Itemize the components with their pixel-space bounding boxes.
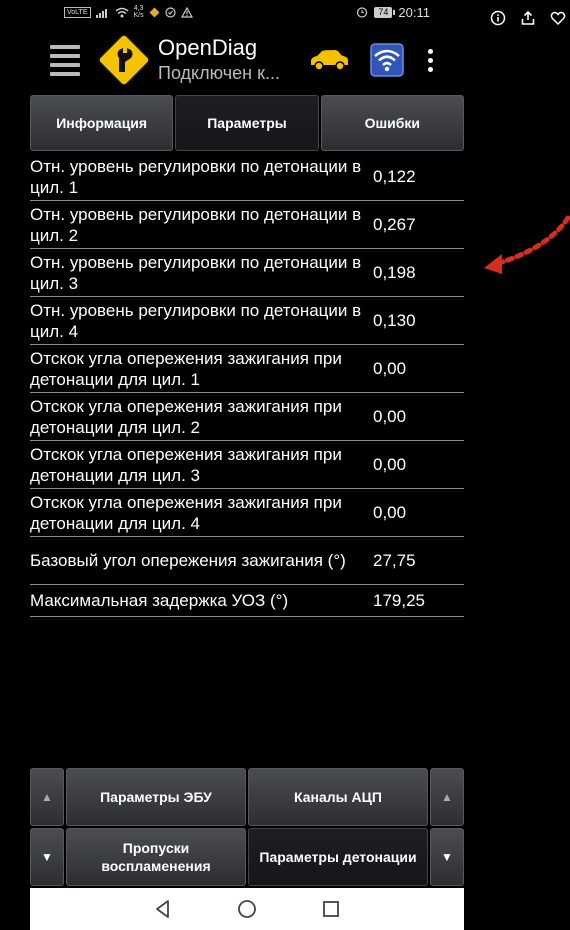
volte-indicator: VoLTE bbox=[64, 6, 91, 18]
scroll-up-left-button[interactable]: ▲ bbox=[30, 768, 64, 826]
signal-icon bbox=[95, 8, 107, 18]
car-icon[interactable] bbox=[308, 47, 350, 73]
arrow-down-icon: ▼ bbox=[41, 850, 53, 864]
table-row[interactable]: Отн. уровень регулировки по детонации в … bbox=[30, 153, 464, 201]
table-row[interactable]: Отн. уровень регулировки по детонации в … bbox=[30, 201, 464, 249]
status-bar: VoLTE 4,3 K/s 74 20:11 bbox=[30, 0, 464, 24]
parameters-table: Отн. уровень регулировки по детонации в … bbox=[30, 153, 464, 617]
hamburger-menu-icon[interactable] bbox=[50, 44, 80, 76]
wifi-status-icon bbox=[115, 7, 128, 17]
adc-channels-button[interactable]: Каналы АЦП bbox=[248, 768, 428, 826]
share-icon[interactable] bbox=[520, 10, 536, 26]
parameter-name: Отскок угла опережения зажигания при дет… bbox=[30, 396, 342, 437]
wifi-connection-icon[interactable] bbox=[370, 43, 404, 77]
tab-errors[interactable]: Ошибки bbox=[320, 95, 464, 151]
opendiag-logo-icon bbox=[97, 33, 151, 87]
bottom-navigation: ▲ Параметры ЭБУ Каналы АЦП ▲ ▼ Пропуски … bbox=[30, 768, 464, 886]
parameter-name: Отн. уровень регулировки по детонации в … bbox=[30, 204, 362, 245]
parameter-value: 0,267 bbox=[373, 214, 416, 234]
table-row[interactable]: Отн. уровень регулировки по детонации в … bbox=[30, 297, 464, 345]
arrow-up-icon: ▲ bbox=[441, 790, 453, 804]
tab-bar: Информация Параметры Ошибки bbox=[30, 95, 464, 151]
warning-icon bbox=[180, 6, 193, 18]
status-time: 20:11 bbox=[398, 4, 430, 20]
table-row[interactable]: Отскок угла опережения зажигания при дет… bbox=[30, 345, 464, 393]
network-speed: 4,3 K/s bbox=[133, 5, 144, 19]
scroll-up-right-button[interactable]: ▲ bbox=[430, 768, 464, 826]
parameter-name: Отскок угла опережения зажигания при дет… bbox=[30, 444, 342, 485]
scroll-down-right-button[interactable]: ▼ bbox=[430, 828, 464, 886]
parameter-value: 179,25 bbox=[373, 590, 425, 610]
parameter-value: 0,130 bbox=[373, 310, 416, 330]
system-nav-bar bbox=[30, 888, 464, 930]
table-row[interactable]: Базовый угол опережения зажигания (°) 27… bbox=[30, 537, 464, 585]
parameter-value: 0,00 bbox=[373, 502, 407, 522]
parameter-name: Максимальная задержка УОЗ (°) bbox=[30, 591, 289, 610]
table-row[interactable]: Отскок угла опережения зажигания при дет… bbox=[30, 441, 464, 489]
info-icon[interactable] bbox=[490, 10, 506, 26]
parameter-name: Отскок угла опережения зажигания при дет… bbox=[30, 492, 342, 533]
parameter-name: Базовый угол опережения зажигания (°) bbox=[30, 551, 346, 570]
tab-information[interactable]: Информация bbox=[30, 95, 174, 151]
knock-parameters-button[interactable]: Параметры детонации bbox=[248, 828, 428, 886]
parameter-value: 0,00 bbox=[373, 358, 407, 378]
parameter-name: Отн. уровень регулировки по детонации в … bbox=[30, 300, 362, 341]
arrow-up-icon: ▲ bbox=[41, 790, 53, 804]
parameter-name: Отскок угла опережения зажигания при дет… bbox=[30, 348, 342, 389]
connection-status: Подключен к... bbox=[158, 63, 280, 83]
heart-icon[interactable] bbox=[550, 10, 566, 26]
table-row[interactable]: Отскок угла опережения зажигания при дет… bbox=[30, 393, 464, 441]
arrow-down-icon: ▼ bbox=[441, 850, 453, 864]
app-bar: OpenDiag Подключен к... bbox=[30, 26, 464, 94]
overflow-menu-icon[interactable] bbox=[426, 48, 434, 72]
annotation-arrow-icon bbox=[484, 215, 570, 274]
viewer-toolbar bbox=[490, 10, 566, 26]
parameter-value: 27,75 bbox=[373, 550, 416, 570]
table-row[interactable]: Отн. уровень регулировки по детонации в … bbox=[30, 249, 464, 297]
parameter-name: Отн. уровень регулировки по детонации в … bbox=[30, 252, 362, 293]
alarm-icon bbox=[357, 7, 368, 18]
parameter-value: 0,00 bbox=[373, 454, 407, 474]
parameter-value: 0,198 bbox=[373, 262, 416, 282]
parameter-value: 0,00 bbox=[373, 406, 407, 426]
table-row[interactable]: Максимальная задержка УОЗ (°) 179,25 bbox=[30, 585, 464, 617]
tab-parameters[interactable]: Параметры bbox=[175, 95, 319, 151]
app-notification-icon bbox=[149, 7, 160, 17]
scroll-down-left-button[interactable]: ▼ bbox=[30, 828, 64, 886]
back-icon[interactable] bbox=[152, 898, 174, 920]
parameter-value: 0,122 bbox=[373, 166, 416, 186]
table-row[interactable]: Отскок угла опережения зажигания при дет… bbox=[30, 489, 464, 537]
battery-indicator: 74 bbox=[374, 6, 396, 18]
home-icon[interactable] bbox=[236, 898, 258, 920]
vpn-shield-icon bbox=[165, 6, 176, 18]
parameter-name: Отн. уровень регулировки по детонации в … bbox=[30, 156, 362, 197]
misfire-button[interactable]: Пропуски воспламенения bbox=[66, 828, 246, 886]
ecu-parameters-button[interactable]: Параметры ЭБУ bbox=[66, 768, 246, 826]
app-title: OpenDiag bbox=[158, 35, 258, 60]
recents-icon[interactable] bbox=[320, 898, 342, 920]
